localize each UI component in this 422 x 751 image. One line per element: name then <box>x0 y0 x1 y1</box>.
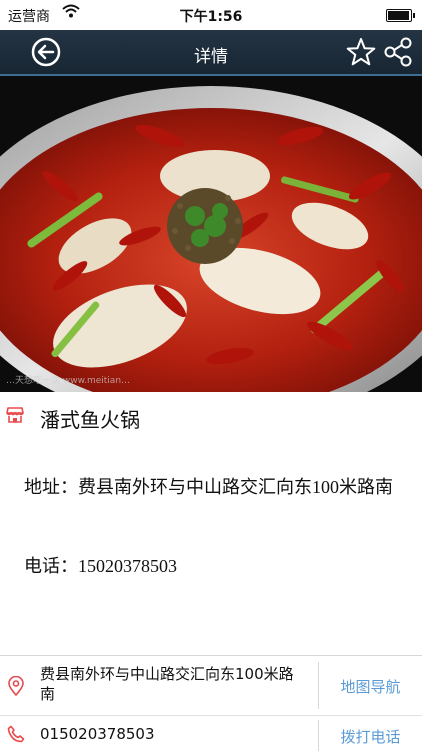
dish-photo: …天想吃一次 www.meitian… <box>0 76 422 392</box>
fish-hotpot-image <box>0 76 422 392</box>
address-text: 费县南外环与中山路交汇向东100米路南 <box>40 665 294 703</box>
store-address: 地址：费县南外环与中山路交汇向东100米路南 <box>24 477 393 497</box>
status-bar: 运营商 下午1:56 <box>0 0 422 30</box>
navigation-bar: 详情 <box>0 30 422 76</box>
star-icon <box>346 38 376 66</box>
clock: 下午1:56 <box>179 9 243 25</box>
contact-action-bar: 费县南外环与中山路交汇向东100米路南 地图导航 015020378503 拨打… <box>0 655 422 751</box>
phone-icon <box>7 725 25 747</box>
store-phone: 电话：15020378503 <box>24 556 177 576</box>
share-icon <box>384 37 412 67</box>
address-row: 费县南外环与中山路交汇向东100米路南 地图导航 <box>0 656 422 716</box>
store-name-row: 潘式鱼火锅 <box>0 396 422 440</box>
share-button[interactable] <box>382 36 414 68</box>
store-name: 潘式鱼火锅 <box>40 408 140 432</box>
map-navigation-button[interactable]: 地图导航 <box>319 676 422 697</box>
favorite-button[interactable] <box>345 36 377 68</box>
photo-watermark: …天想吃一次 www.meitian… <box>6 376 131 386</box>
battery-icon <box>386 9 415 22</box>
location-pin-icon <box>7 675 25 700</box>
phone-text: 015020378503 <box>40 725 155 743</box>
call-button[interactable]: 拨打电话 <box>319 726 422 747</box>
store-icon <box>6 407 24 427</box>
phone-row: 015020378503 拨打电话 <box>0 716 422 751</box>
